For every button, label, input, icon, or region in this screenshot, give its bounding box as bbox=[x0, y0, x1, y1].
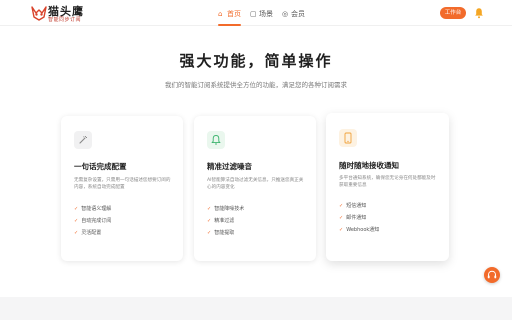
nav-home-label: 首页 bbox=[227, 10, 241, 18]
feature-card-one-sentence-config: 一句话完成配置 无需复杂设置，只需用一句话描述您想要订阅的内容，系统自动完成配置… bbox=[61, 116, 183, 261]
magic-wand-icon bbox=[74, 131, 92, 149]
feature-label: 智能语义理解 bbox=[81, 206, 112, 212]
bell-icon bbox=[207, 131, 225, 149]
feature-item: ✓ 灵活配置 bbox=[74, 229, 101, 236]
feature-label: 智能降噪技术 bbox=[214, 206, 245, 212]
feature-label: 精准过滤 bbox=[214, 218, 235, 224]
check-icon: ✓ bbox=[74, 218, 79, 224]
card-title: 随时随地接收通知 bbox=[339, 161, 399, 170]
check-icon: ✓ bbox=[207, 230, 212, 236]
page-title: 强大功能，简单操作 bbox=[179, 52, 333, 70]
owl-logo-icon bbox=[31, 6, 47, 21]
feature-label: Webhook通知 bbox=[346, 227, 380, 233]
card-description: 无需复杂设置，只需用一句话描述您想要订阅的内容，系统自动完成配置 bbox=[74, 178, 171, 190]
feature-card-noise-filter: 精准过滤噪音 AI智能算法自动过滤无关信息，只推送您真正关心的内容变化 ✓ 智能降… bbox=[194, 116, 316, 261]
feature-label: 灵活配置 bbox=[81, 230, 102, 236]
feature-item: ✓ 智能提取 bbox=[207, 229, 234, 236]
check-icon: ✓ bbox=[339, 203, 344, 209]
home-icon: ⌂ bbox=[218, 10, 223, 18]
chat-icon: ▢ bbox=[250, 10, 257, 18]
card-title: 精准过滤噪音 bbox=[207, 162, 252, 171]
feature-label: 邮件通知 bbox=[346, 215, 367, 221]
customer-support-button[interactable] bbox=[484, 267, 500, 283]
notification-bell-icon[interactable] bbox=[474, 7, 484, 19]
member-icon: ◎ bbox=[282, 10, 289, 18]
check-icon: ✓ bbox=[339, 227, 344, 233]
feature-item: ✓ 邮件通知 bbox=[339, 214, 366, 221]
check-icon: ✓ bbox=[339, 215, 344, 221]
nav-member[interactable]: ◎ 会员 bbox=[282, 7, 305, 21]
check-icon: ✓ bbox=[74, 230, 79, 236]
nav-home[interactable]: ⌂ 首页 bbox=[218, 7, 241, 26]
phone-icon bbox=[339, 129, 357, 147]
feature-item: ✓ 自动完成订阅 bbox=[74, 217, 111, 224]
nav-scene-label: 场景 bbox=[259, 10, 273, 18]
feature-item: ✓ 短信通知 bbox=[339, 202, 366, 209]
card-title: 一句话完成配置 bbox=[74, 162, 127, 171]
headset-icon bbox=[487, 270, 497, 279]
card-description: AI智能算法自动过滤无关信息，只推送您真正关心的内容变化 bbox=[207, 178, 304, 190]
nav-member-label: 会员 bbox=[291, 10, 305, 18]
logo-subtitle: 智能同步订阅 bbox=[48, 17, 82, 23]
site-logo[interactable]: 猫头鹰 智能同步订阅 bbox=[30, 3, 110, 25]
page-subtitle: 我们的智能订阅系统提供全方位的功能，满足您的各种订阅需求 bbox=[165, 81, 347, 89]
feature-label: 智能提取 bbox=[214, 230, 235, 236]
top-navbar: 猫头鹰 智能同步订阅 ⌂ 首页 ▢ 场景 ◎ 会员 工作台 bbox=[0, 0, 512, 26]
feature-item: ✓ Webhook通知 bbox=[339, 226, 379, 233]
check-icon: ✓ bbox=[74, 206, 79, 212]
feature-item: ✓ 精准过滤 bbox=[207, 217, 234, 224]
feature-label: 短信通知 bbox=[346, 203, 367, 209]
feature-label: 自动完成订阅 bbox=[81, 218, 112, 224]
check-icon: ✓ bbox=[207, 206, 212, 212]
card-description: 多平台通知系统，确保您无论身在何处都能及时获取重要信息 bbox=[339, 176, 436, 188]
next-section-band bbox=[0, 297, 512, 320]
workbench-button[interactable]: 工作台 bbox=[440, 7, 466, 19]
feature-card-anywhere-notify: 随时随地接收通知 多平台通知系统，确保您无论身在何处都能及时获取重要信息 ✓ 短信… bbox=[326, 113, 449, 261]
feature-item: ✓ 智能语义理解 bbox=[74, 205, 111, 212]
feature-item: ✓ 智能降噪技术 bbox=[207, 205, 244, 212]
nav-scene[interactable]: ▢ 场景 bbox=[250, 7, 273, 21]
check-icon: ✓ bbox=[207, 218, 212, 224]
